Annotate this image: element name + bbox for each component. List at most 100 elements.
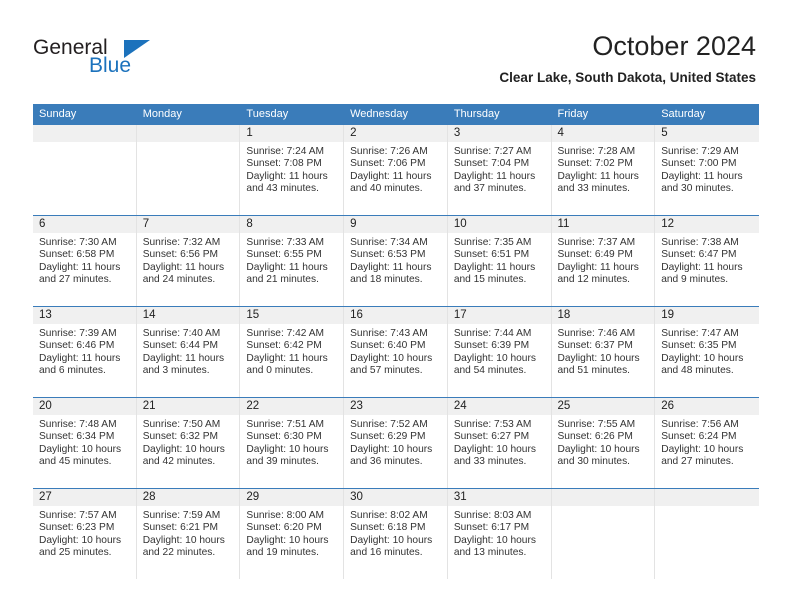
calendar-day-cell[interactable]: 6 Sunrise: 7:30 AM Sunset: 6:58 PM Daylight… [33,216,137,306]
sunset-text: Sunset: 6:47 PM [661,249,737,261]
calendar-day-cell[interactable]: 11 Sunrise: 7:37 AM Sunset: 6:49 PM Dayligh… [551,216,656,306]
day-number-band: 24 [447,398,551,415]
title-block: October 2024 Clear Lake, South Dakota, U… [499,30,756,87]
daylight-text: Daylight: 10 hours and 13 minutes. [453,534,536,559]
day-number-band: 13 [33,307,136,324]
calendar-day-cell[interactable]: 17 Sunrise: 7:44 AM Sunset: 6:39 PM Dayligh… [447,307,552,397]
daylight-text: Daylight: 10 hours and 57 minutes. [350,352,433,377]
calendar-day-cell[interactable]: 1 Sunrise: 7:24 AM Sunset: 7:08 PM Daylight… [240,125,345,215]
sunset-text: Sunset: 6:32 PM [142,431,219,443]
day-number-band: 4 [551,125,655,142]
sunset-text: Sunset: 6:58 PM [39,249,115,261]
day-number: 31 [453,491,467,503]
calendar-day-cell[interactable]: 8 Sunrise: 7:33 AM Sunset: 6:55 PM Daylight… [240,216,345,306]
day-number: 28 [142,491,156,503]
calendar-day-cell[interactable]: 2 Sunrise: 7:26 AM Sunset: 7:06 PM Daylight… [344,125,448,215]
day-number: 27 [39,491,52,503]
sunset-text: Sunset: 6:27 PM [453,431,530,443]
calendar-day-cell[interactable]: 24 Sunrise: 7:53 AM Sunset: 6:27 PM Dayligh… [447,398,552,488]
daylight-text: Daylight: 11 hours and 21 minutes. [246,261,328,286]
day-number: 25 [557,400,571,412]
day-number-band: 12 [655,216,759,233]
calendar-day-cell[interactable]: 27 Sunrise: 7:57 AM Sunset: 6:23 PM Dayligh… [33,489,137,579]
calendar-day-cell[interactable]: 13 Sunrise: 7:39 AM Sunset: 6:46 PM Dayligh… [33,307,137,397]
calendar-day-cell[interactable]: 21 Sunrise: 7:50 AM Sunset: 6:32 PM Dayligh… [136,398,241,488]
daylight-text: Daylight: 11 hours and 3 minutes. [142,352,225,377]
sunrise-text: Sunrise: 7:55 AM [557,419,636,430]
sunrise-text: Sunrise: 7:29 AM [661,146,739,157]
day-number-band: 3 [447,125,551,142]
sunset-text: Sunset: 7:00 PM [661,158,737,170]
sunrise-text: Sunrise: 7:34 AM [350,237,428,248]
sunset-text: Sunset: 6:35 PM [661,340,737,352]
calendar-day-cell[interactable]: 5 Sunrise: 7:29 AM Sunset: 7:00 PM Daylight… [655,125,759,215]
calendar-day-cell[interactable]: 15 Sunrise: 7:42 AM Sunset: 6:42 PM Dayligh… [240,307,345,397]
sunset-text: Sunset: 6:30 PM [246,431,322,443]
daylight-text: Daylight: 10 hours and 27 minutes. [661,443,744,468]
daylight-text: Daylight: 11 hours and 27 minutes. [39,261,121,286]
day-sun-info: Sunrise: 8:02 AM Sunset: 6:18 PM Daylight:… [344,506,447,560]
day-number: 3 [453,127,461,139]
day-number-band: 17 [447,307,551,324]
sunset-text: Sunset: 6:49 PM [557,249,633,261]
calendar-day-cell[interactable]: 22 Sunrise: 7:51 AM Sunset: 6:30 PM Dayligh… [240,398,345,488]
calendar-week-row: 1 Sunrise: 7:24 AM Sunset: 7:08 PM Daylight… [33,125,759,215]
sunset-text: Sunset: 6:53 PM [350,249,426,261]
day-number-band: 8 [240,216,344,233]
calendar-day-cell[interactable]: 19 Sunrise: 7:47 AM Sunset: 6:35 PM Dayligh… [655,307,759,397]
day-number-band: 11 [551,216,655,233]
day-number-band: 23 [344,398,447,415]
calendar-day-cell[interactable]: 23 Sunrise: 7:52 AM Sunset: 6:29 PM Dayligh… [344,398,448,488]
sunset-text: Sunset: 6:18 PM [350,522,426,534]
day-sun-info: Sunrise: 7:47 AM Sunset: 6:35 PM Daylight:… [655,324,759,378]
calendar-day-cell[interactable]: 12 Sunrise: 7:38 AM Sunset: 6:47 PM Dayligh… [655,216,759,306]
day-sun-info: Sunrise: 7:40 AM Sunset: 6:44 PM Daylight:… [137,324,240,378]
calendar-day-cell[interactable]: 26 Sunrise: 7:56 AM Sunset: 6:24 PM Dayligh… [655,398,759,488]
sunset-text: Sunset: 6:23 PM [39,522,115,534]
sunrise-text: Sunrise: 7:50 AM [142,419,221,430]
sunrise-text: Sunrise: 7:33 AM [246,237,324,248]
calendar-day-cell[interactable]: 28 Sunrise: 7:59 AM Sunset: 6:21 PM Dayligh… [136,489,241,579]
calendar-day-cell[interactable]: 4 Sunrise: 7:28 AM Sunset: 7:02 PM Daylight… [551,125,656,215]
day-number-band: 7 [136,216,240,233]
calendar-day-cell-empty [551,489,656,579]
calendar-day-cell[interactable]: 31 Sunrise: 8:03 AM Sunset: 6:17 PM Dayligh… [447,489,552,579]
calendar-day-cell-empty [33,125,137,215]
daylight-text: Daylight: 11 hours and 6 minutes. [39,352,121,377]
daylight-text: Daylight: 10 hours and 54 minutes. [453,352,536,377]
weekday-header-thursday: Thursday [453,108,500,120]
calendar-day-cell[interactable]: 10 Sunrise: 7:35 AM Sunset: 6:51 PM Dayligh… [447,216,552,306]
weekday-header-sunday: Sunday [39,108,77,120]
calendar-day-cell[interactable]: 29 Sunrise: 8:00 AM Sunset: 6:20 PM Dayligh… [240,489,345,579]
day-number-band: 18 [551,307,655,324]
calendar-day-cell[interactable]: 7 Sunrise: 7:32 AM Sunset: 6:56 PM Daylight… [136,216,241,306]
sunset-text: Sunset: 7:06 PM [350,158,426,170]
sunset-text: Sunset: 6:34 PM [39,431,115,443]
calendar-day-cell-empty [655,489,759,579]
day-number: 9 [350,218,357,230]
calendar-day-cell[interactable]: 20 Sunrise: 7:48 AM Sunset: 6:34 PM Dayligh… [33,398,137,488]
calendar-day-cell[interactable]: 9 Sunrise: 7:34 AM Sunset: 6:53 PM Daylight… [344,216,448,306]
calendar-day-cell[interactable]: 25 Sunrise: 7:55 AM Sunset: 6:26 PM Dayligh… [551,398,656,488]
day-number: 8 [246,218,253,230]
daylight-text: Daylight: 11 hours and 40 minutes. [350,170,432,195]
sunrise-text: Sunrise: 7:51 AM [246,419,324,430]
daylight-text: Daylight: 11 hours and 24 minutes. [142,261,225,286]
day-number: 22 [246,400,260,412]
day-sun-info: Sunrise: 8:00 AM Sunset: 6:20 PM Daylight:… [240,506,343,560]
day-number: 14 [142,309,156,321]
day-number-band [655,489,759,506]
page-header: General Blue October 2024 Clear Lake, So… [0,0,792,102]
sunset-text: Sunset: 6:37 PM [557,340,633,352]
calendar-day-cell[interactable]: 3 Sunrise: 7:27 AM Sunset: 7:04 PM Daylight… [447,125,552,215]
day-sun-info: Sunrise: 7:34 AM Sunset: 6:53 PM Daylight:… [344,233,447,287]
calendar-day-cell[interactable]: 30 Sunrise: 8:02 AM Sunset: 6:18 PM Dayligh… [344,489,448,579]
calendar-day-cell[interactable]: 14 Sunrise: 7:40 AM Sunset: 6:44 PM Dayligh… [136,307,241,397]
daylight-text: Daylight: 10 hours and 22 minutes. [142,534,225,559]
calendar-day-cell[interactable]: 16 Sunrise: 7:43 AM Sunset: 6:40 PM Dayligh… [344,307,448,397]
sunset-text: Sunset: 6:29 PM [350,431,426,443]
calendar-day-cell[interactable]: 18 Sunrise: 7:46 AM Sunset: 6:37 PM Dayligh… [551,307,656,397]
daylight-text: Daylight: 11 hours and 9 minutes. [661,261,743,286]
day-sun-info: Sunrise: 8:03 AM Sunset: 6:17 PM Daylight:… [448,506,551,560]
sunrise-text: Sunrise: 7:30 AM [39,237,117,248]
